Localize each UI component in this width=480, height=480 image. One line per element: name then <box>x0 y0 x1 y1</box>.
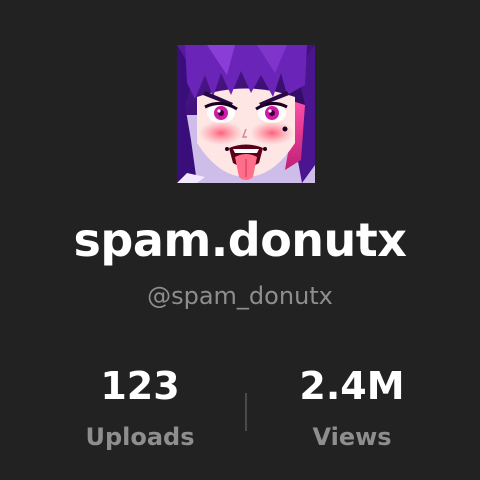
uploads-count: 123 <box>100 364 180 408</box>
uploads-label: Uploads <box>85 423 195 451</box>
profile-card: spam.donutx @spam_donutx 123 Uploads 2.4… <box>0 0 480 480</box>
views-stat[interactable]: 2.4M Views <box>252 362 452 452</box>
views-count: 2.4M <box>299 364 405 408</box>
username-handle: @spam_donutx <box>147 282 333 310</box>
display-name: spam.donutx <box>73 213 407 267</box>
avatar-image <box>177 45 315 183</box>
stats-divider <box>245 393 247 431</box>
avatar[interactable] <box>177 45 315 183</box>
uploads-stat[interactable]: 123 Uploads <box>40 362 240 452</box>
views-label: Views <box>312 423 392 451</box>
